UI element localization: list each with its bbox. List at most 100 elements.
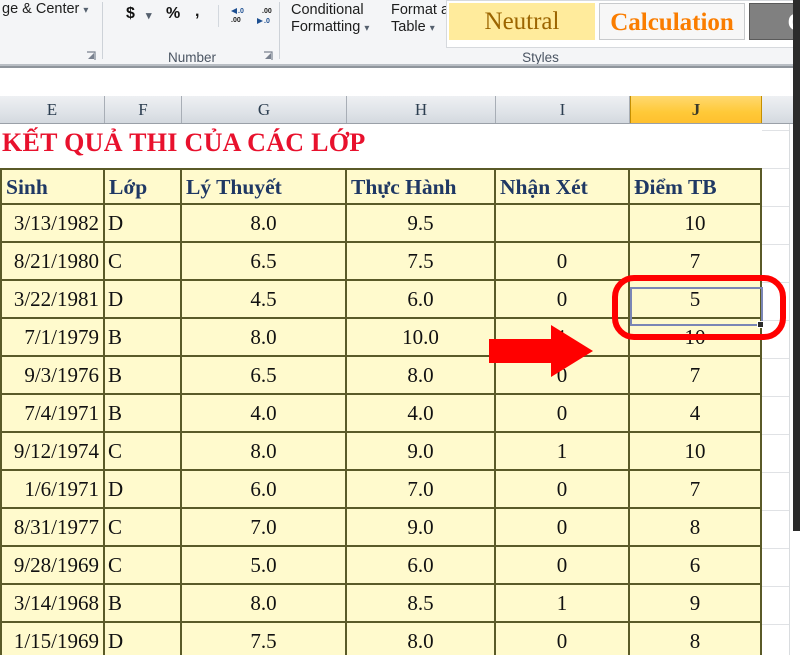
cell-lop[interactable]: C [105, 547, 182, 585]
cell-diem-tb[interactable]: 9 [630, 585, 762, 623]
worksheet-grid[interactable]: KẾT QUẢ THI CỦA CÁC LỚP Sinh Lớp Lý Thuy… [0, 124, 800, 655]
chevron-down-icon[interactable]: ▾ [430, 23, 435, 34]
table-row[interactable]: 7/4/1971B4.04.004 [0, 395, 762, 433]
cell-sinh[interactable]: 9/12/1974 [0, 433, 105, 471]
number-dialog-launcher[interactable] [263, 51, 274, 62]
cell-diem-tb[interactable]: 5 [630, 281, 762, 319]
cell-sinh[interactable]: 9/3/1976 [0, 357, 105, 395]
cell-lop[interactable]: D [105, 205, 182, 243]
cell-thuc-hanh[interactable]: 6.0 [347, 281, 496, 319]
cell-ly-thuyet[interactable]: 8.0 [182, 205, 347, 243]
cell-ly-thuyet[interactable]: 4.0 [182, 395, 347, 433]
cell-diem-tb[interactable]: 4 [630, 395, 762, 433]
cell-diem-tb[interactable]: 10 [630, 205, 762, 243]
cell-nhan-xet[interactable]: 1 [496, 433, 630, 471]
cell-lop[interactable]: B [105, 357, 182, 395]
cell-thuc-hanh[interactable]: 9.0 [347, 433, 496, 471]
chevron-down-icon[interactable]: ▾ [83, 5, 88, 16]
cell-ly-thuyet[interactable]: 5.0 [182, 547, 347, 585]
cell-diem-tb[interactable]: 7 [630, 357, 762, 395]
column-header-h[interactable]: H [347, 96, 496, 123]
cell-ly-thuyet[interactable]: 8.0 [182, 585, 347, 623]
table-row[interactable]: 9/28/1969C5.06.006 [0, 547, 762, 585]
table-row[interactable]: 9/12/1974C8.09.0110 [0, 433, 762, 471]
cell-ly-thuyet[interactable]: 6.5 [182, 243, 347, 281]
fill-handle[interactable] [757, 321, 764, 328]
cell-ly-thuyet[interactable]: 8.0 [182, 433, 347, 471]
cell-sinh[interactable]: 1/15/1969 [0, 623, 105, 655]
cell-diem-tb[interactable]: 7 [630, 471, 762, 509]
merge-and-center-button[interactable]: ge & Center ▾ [2, 1, 88, 17]
cell-style-calculation[interactable]: Calculation [599, 3, 745, 40]
cell-thuc-hanh[interactable]: 7.0 [347, 471, 496, 509]
table-row[interactable]: 1/15/1969D7.58.008 [0, 623, 762, 655]
cell-sinh[interactable]: 9/28/1969 [0, 547, 105, 585]
cell-thuc-hanh[interactable]: 9.5 [347, 205, 496, 243]
cell-thuc-hanh[interactable]: 8.0 [347, 357, 496, 395]
cell-lop[interactable]: D [105, 281, 182, 319]
cell-ly-thuyet[interactable]: 6.5 [182, 357, 347, 395]
table-row[interactable]: 8/21/1980C6.57.507 [0, 243, 762, 281]
cell-sinh[interactable]: 3/14/1968 [0, 585, 105, 623]
currency-chevron-down-icon[interactable]: ▾ [146, 9, 152, 22]
column-header-f[interactable]: F [105, 96, 182, 123]
cell-lop[interactable]: C [105, 509, 182, 547]
cell-sinh[interactable]: 3/22/1981 [0, 281, 105, 319]
cell-nhan-xet[interactable]: 0 [496, 357, 630, 395]
cell-lop[interactable]: B [105, 395, 182, 433]
cell-lop[interactable]: B [105, 319, 182, 357]
increase-decimal-button[interactable]: .0 .00 [228, 5, 252, 27]
cell-ly-thuyet[interactable]: 6.0 [182, 471, 347, 509]
cell-lop[interactable]: D [105, 623, 182, 655]
cell-sinh[interactable]: 7/4/1971 [0, 395, 105, 433]
currency-button[interactable]: $ [126, 5, 135, 23]
table-row[interactable]: 3/22/1981D4.56.005 [0, 281, 762, 319]
cell-nhan-xet[interactable]: 0 [496, 281, 630, 319]
cell-ly-thuyet[interactable]: 8.0 [182, 319, 347, 357]
cell-lop[interactable]: C [105, 433, 182, 471]
cell-nhan-xet[interactable]: 0 [496, 509, 630, 547]
table-row[interactable]: 9/3/1976B6.58.007 [0, 357, 762, 395]
comma-style-button[interactable]: , [195, 3, 199, 21]
cell-sinh[interactable]: 1/6/1971 [0, 471, 105, 509]
cell-style-neutral[interactable]: Neutral [449, 3, 595, 40]
cell-diem-tb[interactable]: 8 [630, 509, 762, 547]
cell-nhan-xet[interactable]: 0 [496, 395, 630, 433]
conditional-formatting-button[interactable]: Conditional Formatting ▾ [291, 2, 391, 37]
cell-thuc-hanh[interactable]: 4.0 [347, 395, 496, 433]
cell-diem-tb[interactable]: 10 [630, 319, 762, 357]
cell-nhan-xet[interactable]: 1 [496, 319, 630, 357]
table-row[interactable]: 8/31/1977C7.09.008 [0, 509, 762, 547]
cell-thuc-hanh[interactable]: 7.5 [347, 243, 496, 281]
cell-lop[interactable]: B [105, 585, 182, 623]
chevron-down-icon[interactable]: ▾ [364, 23, 369, 34]
cell-diem-tb[interactable]: 6 [630, 547, 762, 585]
cell-diem-tb[interactable]: 7 [630, 243, 762, 281]
cell-nhan-xet[interactable]: 0 [496, 243, 630, 281]
cell-sinh[interactable]: 7/1/1979 [0, 319, 105, 357]
table-row[interactable]: 3/13/1982D8.09.5 10 [0, 205, 762, 243]
cell-sinh[interactable]: 8/31/1977 [0, 509, 105, 547]
cell-nhan-xet[interactable] [496, 205, 630, 243]
cell-ly-thuyet[interactable]: 7.0 [182, 509, 347, 547]
cell-thuc-hanh[interactable]: 8.0 [347, 623, 496, 655]
cell-sinh[interactable]: 8/21/1980 [0, 243, 105, 281]
cell-thuc-hanh[interactable]: 9.0 [347, 509, 496, 547]
column-header-i[interactable]: I [496, 96, 630, 123]
cell-diem-tb[interactable]: 8 [630, 623, 762, 655]
cell-thuc-hanh[interactable]: 10.0 [347, 319, 496, 357]
cell-diem-tb[interactable]: 10 [630, 433, 762, 471]
cell-ly-thuyet[interactable]: 7.5 [182, 623, 347, 655]
cell-nhan-xet[interactable]: 0 [496, 547, 630, 585]
cell-sinh[interactable]: 3/13/1982 [0, 205, 105, 243]
cell-lop[interactable]: D [105, 471, 182, 509]
cell-ly-thuyet[interactable]: 4.5 [182, 281, 347, 319]
sheet-title-row[interactable]: KẾT QUẢ THI CỦA CÁC LỚP [0, 124, 762, 168]
cell-thuc-hanh[interactable]: 6.0 [347, 547, 496, 585]
alignment-dialog-launcher[interactable] [86, 51, 97, 62]
table-row[interactable]: 7/1/1979B8.010.0110 [0, 319, 762, 357]
cell-styles-gallery[interactable]: Neutral Calculation Che [446, 0, 800, 48]
cell-nhan-xet[interactable]: 0 [496, 471, 630, 509]
cell-nhan-xet[interactable]: 0 [496, 623, 630, 655]
table-row[interactable]: 3/14/1968B8.08.519 [0, 585, 762, 623]
